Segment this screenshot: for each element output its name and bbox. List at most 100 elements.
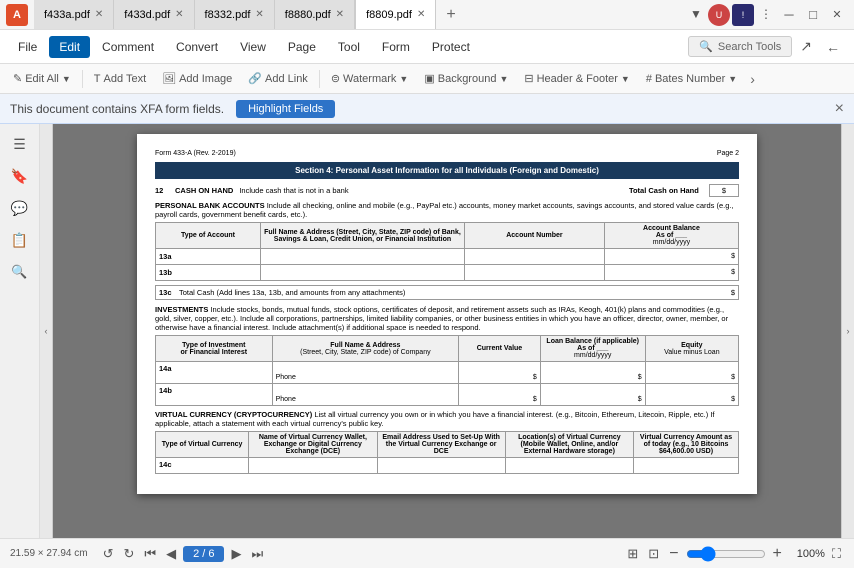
sidebar-bookmarks-icon[interactable]: 🔖 <box>6 162 34 190</box>
tab-f8880-close[interactable]: ✕ <box>336 9 344 20</box>
add-link-label: Add Link <box>265 73 308 85</box>
personal-bank-title: PERSONAL BANK ACCOUNTS <box>155 201 265 210</box>
tab-f433a-close[interactable]: ✕ <box>95 9 103 20</box>
fullscreen-button[interactable]: ⛶ <box>829 546 844 562</box>
tab-f433d[interactable]: f433d.pdf ✕ <box>114 0 194 29</box>
page-number: Page 2 <box>717 150 739 157</box>
share-icon[interactable]: ↗ <box>794 34 818 59</box>
menu-form[interactable]: Form <box>372 36 420 58</box>
tab-f433a-label: f433a.pdf <box>44 9 90 21</box>
inv-14b-equity: $ <box>645 384 738 406</box>
inv-14b-name: Phone <box>272 384 459 406</box>
menu-page[interactable]: Page <box>278 36 326 58</box>
sidebar-search-icon[interactable]: 🔍 <box>6 258 34 286</box>
dropdown-btn[interactable]: ▼ <box>686 4 706 24</box>
add-link-button[interactable]: 🔗 Add Link <box>241 70 315 87</box>
watermark-button[interactable]: ⊜ Watermark ▼ <box>324 70 416 87</box>
add-text-button[interactable]: T Add Text <box>87 71 153 87</box>
bank-col-account-number: Account Number <box>464 223 604 249</box>
toolbar-sep-1 <box>82 70 83 88</box>
tabs-container: f433a.pdf ✕ f433d.pdf ✕ f8332.pdf ✕ f888… <box>34 0 686 29</box>
watermark-dropdown-icon: ▼ <box>399 74 408 84</box>
tab-f433a[interactable]: f433a.pdf ✕ <box>34 0 114 29</box>
inv-14b-loan: $ <box>540 384 645 406</box>
menu-edit[interactable]: Edit <box>49 36 90 58</box>
vc-14c-type: 14c <box>156 458 249 474</box>
inv-14a-value: $ <box>459 362 541 384</box>
menu-view[interactable]: View <box>230 36 276 58</box>
tab-f8809-close[interactable]: ✕ <box>417 9 425 20</box>
sidebar-comments-icon[interactable]: 💬 <box>6 194 34 222</box>
fit-width-button[interactable]: ⊞ <box>624 546 641 562</box>
bank-table: Type of Account Full Name & Address (Str… <box>155 222 739 281</box>
back-icon[interactable]: ← <box>820 35 846 59</box>
tab-f8332-label: f8332.pdf <box>205 9 251 21</box>
inv-col-equity: EquityValue minus Loan <box>645 336 738 362</box>
inv-col-loan: Loan Balance (if applicable)As of ___mm/… <box>540 336 645 362</box>
zoom-slider[interactable] <box>686 546 766 562</box>
sidebar-pages-icon[interactable]: 📋 <box>6 226 34 254</box>
menu-convert[interactable]: Convert <box>166 36 228 58</box>
new-tab-button[interactable]: + <box>436 6 465 24</box>
menu-search[interactable]: 🔍 Search Tools <box>688 36 792 57</box>
watermark-icon: ⊜ <box>331 72 340 85</box>
maximize-button[interactable]: □ <box>802 4 824 26</box>
highlight-fields-button[interactable]: Highlight Fields <box>236 100 335 118</box>
search-icon: 🔍 <box>699 40 713 53</box>
edit-all-button[interactable]: ✎ Edit All ▼ <box>6 70 78 87</box>
first-page-button[interactable]: ⏮ <box>141 546 159 562</box>
section-title: Section 4: Personal Asset Information fo… <box>155 162 739 179</box>
watermark-label: Watermark <box>343 73 396 85</box>
row-13c-dollar: $ <box>731 288 735 297</box>
vc-14c-location <box>505 458 633 474</box>
collapse-right-button[interactable]: › <box>841 124 854 538</box>
menu-comment[interactable]: Comment <box>92 36 164 58</box>
bank-13a-number <box>464 249 604 265</box>
tab-f433d-close[interactable]: ✕ <box>175 9 183 20</box>
notification-icon[interactable]: ! <box>732 4 754 26</box>
menu-tool[interactable]: Tool <box>328 36 370 58</box>
tab-f8332[interactable]: f8332.pdf ✕ <box>195 0 275 29</box>
bank-13b-balance: $ <box>604 265 738 281</box>
profile-icon[interactable]: U <box>708 4 730 26</box>
bates-number-button[interactable]: # Bates Number ▼ <box>639 71 744 87</box>
prev-page-button[interactable]: ◀ <box>163 546 179 562</box>
bank-13a-name <box>260 249 464 265</box>
row-12-total-label: Total Cash on Hand <box>629 186 699 195</box>
last-page-button[interactable]: ⏭ <box>248 546 266 562</box>
inv-14a-type: 14a <box>156 362 273 384</box>
tab-f8332-close[interactable]: ✕ <box>255 9 263 20</box>
background-icon: ▣ <box>424 72 434 85</box>
bates-number-label: Bates Number <box>655 73 725 85</box>
rotate-right-button[interactable]: ↻ <box>120 546 137 562</box>
background-button[interactable]: ▣ Background ▼ <box>417 70 515 87</box>
personal-bank-header: PERSONAL BANK ACCOUNTS Include all check… <box>155 201 739 219</box>
menu-file[interactable]: File <box>8 36 47 58</box>
tab-f8880[interactable]: f8880.pdf ✕ <box>275 0 355 29</box>
fit-page-button[interactable]: ⊡ <box>645 546 662 562</box>
notification-close-icon[interactable]: × <box>835 100 844 118</box>
rotate-left-button[interactable]: ↺ <box>100 546 117 562</box>
add-image-button[interactable]: 🖼 Add Image <box>155 70 239 87</box>
zoom-out-button[interactable]: − <box>666 545 681 563</box>
header-footer-label: Header & Footer <box>537 73 618 85</box>
toolbar-more-icon[interactable]: › <box>750 71 755 87</box>
bank-row-13a: 13a $ <box>156 249 739 265</box>
vc-14c-amount <box>634 458 739 474</box>
close-button[interactable]: ✕ <box>826 4 848 26</box>
background-label: Background <box>438 73 497 85</box>
inv-14a-loan: $ <box>540 362 645 384</box>
sidebar-panels-icon[interactable]: ☰ <box>6 130 34 158</box>
menu-protect[interactable]: Protect <box>422 36 480 58</box>
minimize-button[interactable]: ─ <box>778 4 800 26</box>
row-12-title: CASH ON HAND <box>175 186 233 195</box>
next-page-button[interactable]: ▶ <box>228 546 244 562</box>
zoom-in-button[interactable]: + <box>770 545 785 563</box>
investments-title: INVESTMENTS <box>155 305 208 314</box>
header-footer-button[interactable]: ⊟ Header & Footer ▼ <box>517 70 636 87</box>
menu-icon[interactable]: ⋮ <box>756 4 776 24</box>
vc-col-type: Type of Virtual Currency <box>156 432 249 458</box>
collapse-left-button[interactable]: ‹ <box>40 124 53 538</box>
tab-f8809[interactable]: f8809.pdf ✕ <box>355 0 436 29</box>
doc-size: 21.59 × 27.94 cm <box>10 548 88 559</box>
